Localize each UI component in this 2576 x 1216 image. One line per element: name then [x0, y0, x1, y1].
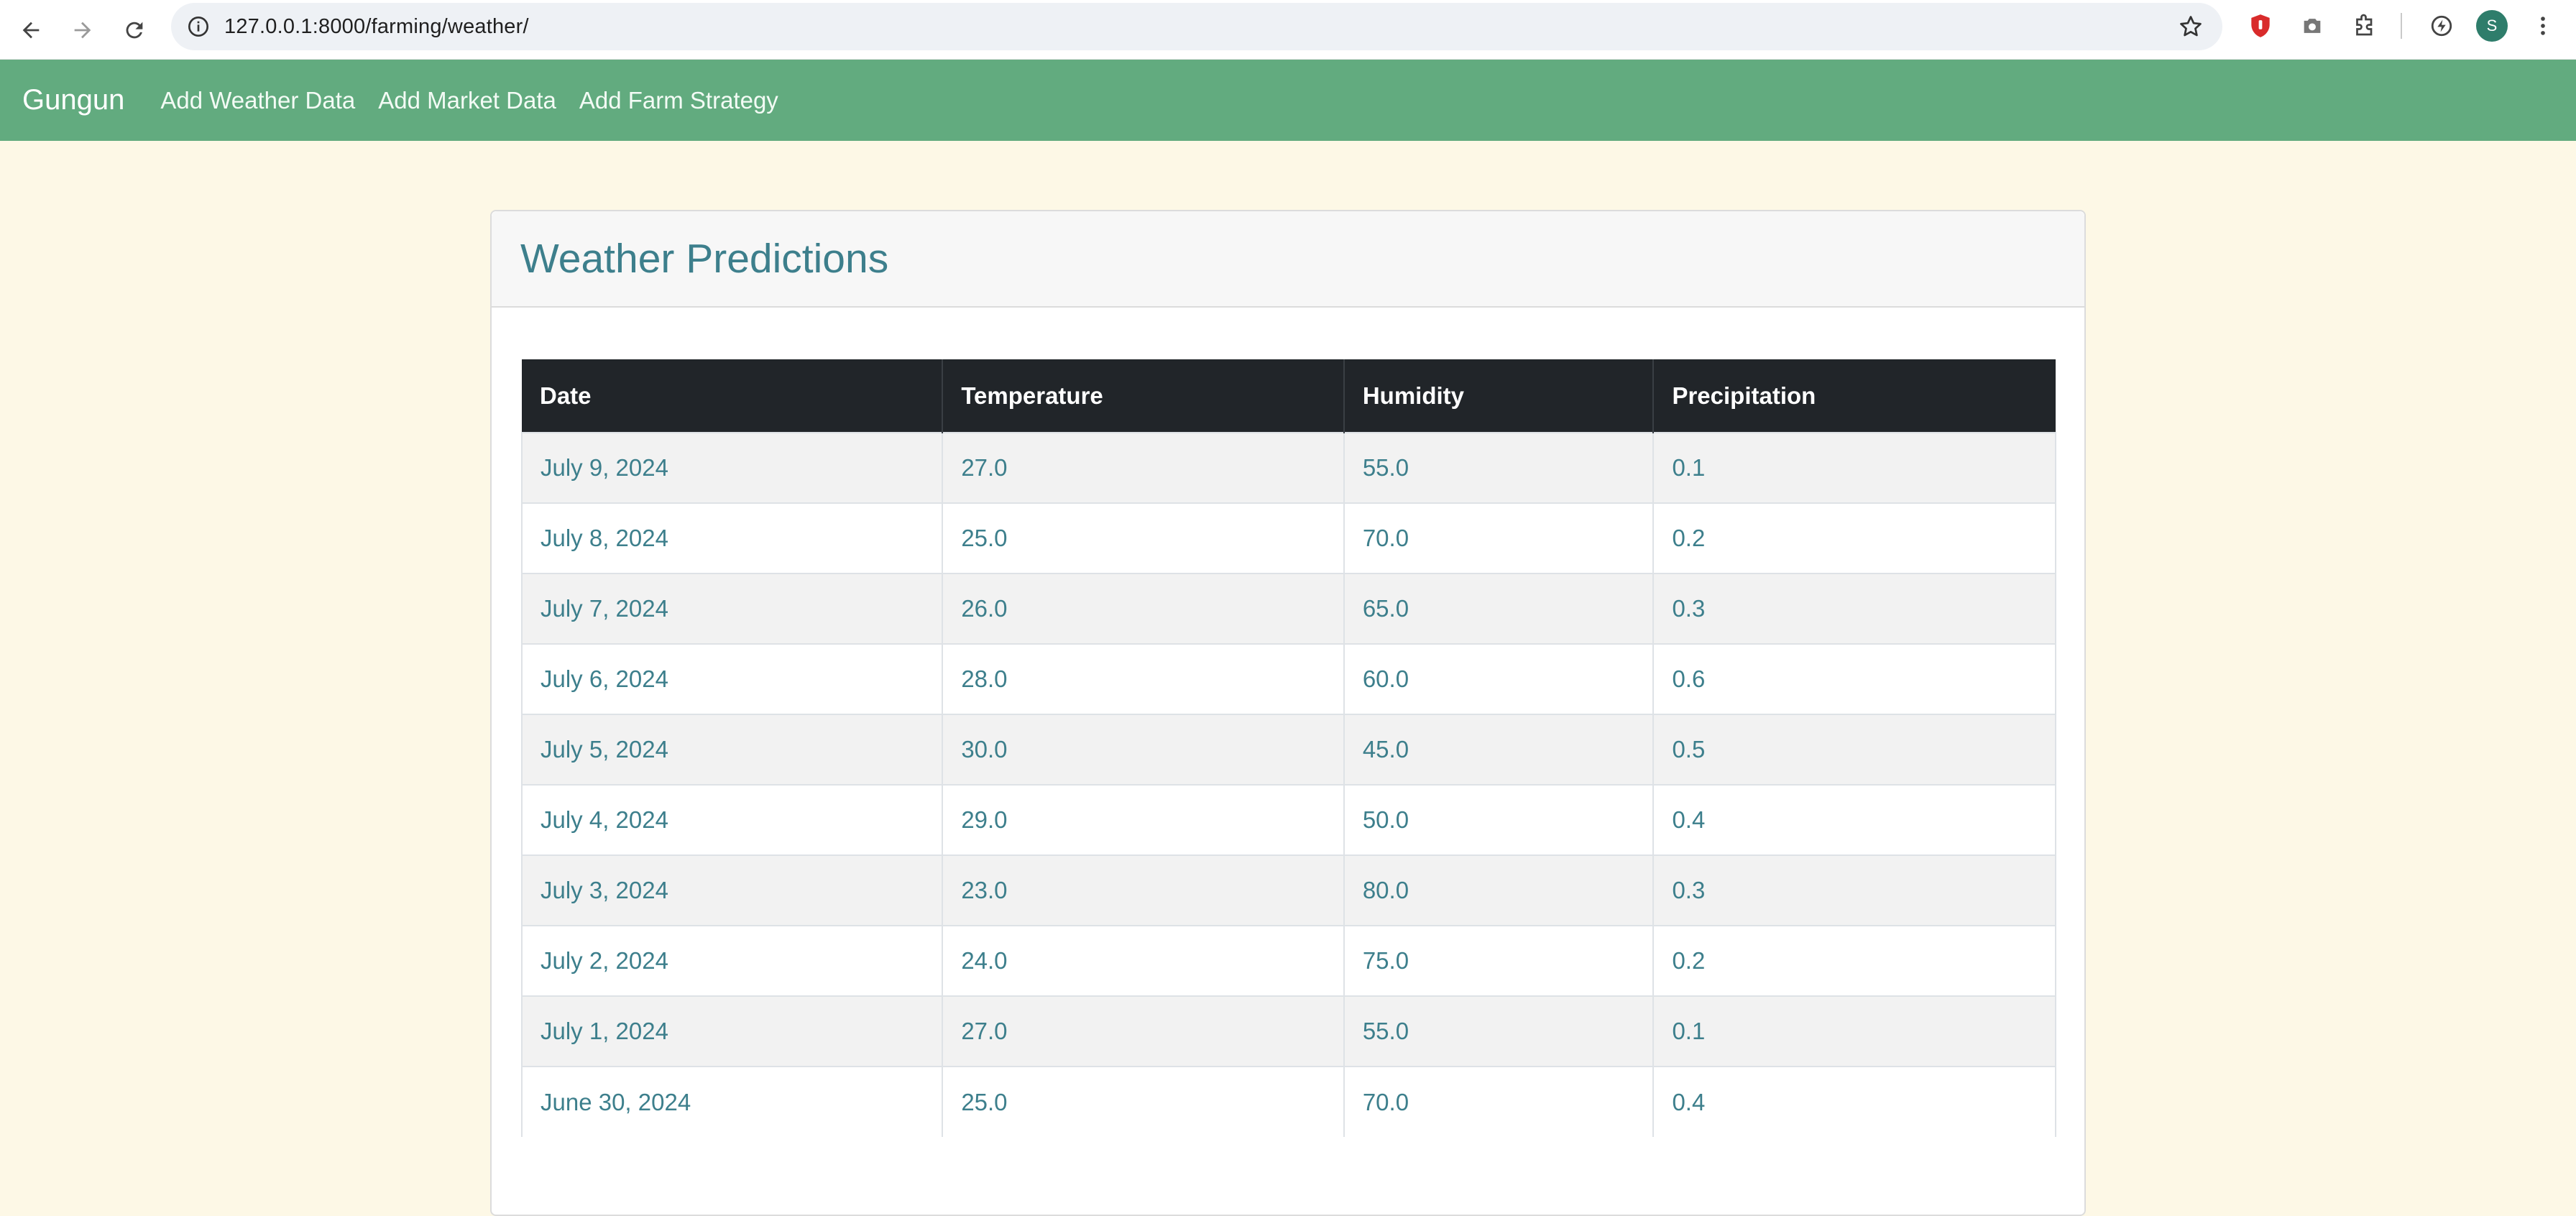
- forward-button[interactable]: [63, 10, 103, 50]
- cell-humidity: 50.0: [1343, 784, 1655, 855]
- cell-humidity: 55.0: [1343, 432, 1655, 503]
- cell-precipitation: 0.5: [1653, 714, 2056, 785]
- column-header-date: Date: [522, 359, 944, 433]
- cell-temperature: 27.0: [942, 995, 1345, 1067]
- table-row: July 4, 2024 29.0 50.0 0.4: [520, 784, 2056, 855]
- cell-temperature: 29.0: [942, 784, 1345, 855]
- column-header-temperature: Temperature: [942, 359, 1345, 433]
- nav-link-add-weather-data[interactable]: Add Weather Data: [160, 87, 355, 114]
- extension-shield-icon[interactable]: [2246, 11, 2275, 40]
- cell-humidity: 75.0: [1343, 925, 1655, 996]
- cell-precipitation: 0.1: [1653, 995, 2056, 1067]
- cell-precipitation: 0.6: [1653, 643, 2056, 714]
- reload-icon: [126, 22, 143, 39]
- bookmark-star-icon[interactable]: [2178, 14, 2204, 40]
- column-header-precipitation: Precipitation: [1653, 359, 2056, 433]
- cell-date: July 9, 2024: [520, 432, 944, 503]
- cell-humidity: 70.0: [1343, 502, 1655, 574]
- cell-temperature: 24.0: [942, 925, 1345, 996]
- table-row: July 9, 2024 27.0 55.0 0.1: [520, 432, 2056, 503]
- brand-link[interactable]: Gungun: [22, 84, 124, 116]
- cell-humidity: 70.0: [1343, 1066, 1655, 1137]
- cell-temperature: 26.0: [942, 573, 1345, 644]
- page-title: Weather Predictions: [520, 236, 889, 282]
- table-row: July 6, 2024 28.0 60.0 0.6: [520, 643, 2056, 714]
- cell-precipitation: 0.2: [1653, 502, 2056, 574]
- cell-humidity: 60.0: [1343, 643, 1655, 714]
- table-row: June 30, 2024 25.0 70.0 0.4: [520, 1066, 2056, 1137]
- cell-temperature: 25.0: [942, 1066, 1345, 1137]
- cell-date: July 8, 2024: [520, 502, 944, 574]
- table-row: July 2, 2024 24.0 75.0 0.2: [520, 925, 2056, 996]
- card-header: Weather Predictions: [492, 211, 2084, 308]
- browser-toolbar: 127.0.0.1:8000/farming/weather/ S: [0, 0, 2576, 60]
- profile-avatar[interactable]: S: [2476, 10, 2508, 42]
- app-navbar: Gungun Add Weather Data Add Market Data …: [0, 60, 2576, 141]
- table-row: July 8, 2024 25.0 70.0 0.2: [520, 502, 2056, 574]
- cell-temperature: 23.0: [942, 855, 1345, 926]
- cell-humidity: 80.0: [1343, 855, 1655, 926]
- table-row: July 5, 2024 30.0 45.0 0.5: [520, 714, 2056, 785]
- camera-icon[interactable]: [2298, 11, 2327, 40]
- url-text: 127.0.0.1:8000/farming/weather/: [224, 15, 529, 38]
- cell-precipitation: 0.1: [1653, 432, 2056, 503]
- arrow-left-icon: [22, 22, 40, 39]
- table-row: July 3, 2024 23.0 80.0 0.3: [520, 855, 2056, 926]
- cell-temperature: 28.0: [942, 643, 1345, 714]
- cell-precipitation: 0.4: [1653, 784, 2056, 855]
- cell-precipitation: 0.2: [1653, 925, 2056, 996]
- address-bar[interactable]: 127.0.0.1:8000/farming/weather/: [171, 3, 2222, 50]
- site-info-icon[interactable]: [187, 15, 210, 38]
- nav-link-add-market-data[interactable]: Add Market Data: [378, 87, 556, 114]
- cell-temperature: 30.0: [942, 714, 1345, 785]
- cell-precipitation: 0.3: [1653, 855, 2056, 926]
- cell-date: July 5, 2024: [520, 714, 944, 785]
- back-button[interactable]: [11, 10, 51, 50]
- reload-button[interactable]: [114, 10, 155, 50]
- nav-link-add-farm-strategy[interactable]: Add Farm Strategy: [579, 87, 778, 114]
- cell-date: July 4, 2024: [520, 784, 944, 855]
- cell-date: July 7, 2024: [520, 573, 944, 644]
- cell-temperature: 25.0: [942, 502, 1345, 574]
- cell-date: July 2, 2024: [520, 925, 944, 996]
- more-menu-icon[interactable]: [2529, 11, 2557, 40]
- cell-date: July 3, 2024: [520, 855, 944, 926]
- cell-humidity: 45.0: [1343, 714, 1655, 785]
- performance-icon[interactable]: [2427, 11, 2456, 40]
- cell-humidity: 65.0: [1343, 573, 1655, 644]
- cell-precipitation: 0.4: [1653, 1066, 2056, 1137]
- extensions-puzzle-icon[interactable]: [2350, 11, 2379, 40]
- cell-precipitation: 0.3: [1653, 573, 2056, 644]
- weather-table: Date Temperature Humidity Precipitation …: [520, 359, 2056, 1137]
- table-row: July 1, 2024 27.0 55.0 0.1: [520, 995, 2056, 1067]
- cell-date: June 30, 2024: [520, 1066, 944, 1137]
- arrow-right-icon: [74, 22, 91, 39]
- cell-date: July 1, 2024: [520, 995, 944, 1067]
- cell-temperature: 27.0: [942, 432, 1345, 503]
- cell-humidity: 55.0: [1343, 995, 1655, 1067]
- table-header-row: Date Temperature Humidity Precipitation: [522, 359, 2056, 433]
- weather-card: Weather Predictions Date Temperature Hum…: [490, 210, 2086, 1216]
- toolbar-divider: [2401, 13, 2402, 39]
- column-header-humidity: Humidity: [1343, 359, 1655, 433]
- table-row: July 7, 2024 26.0 65.0 0.3: [520, 573, 2056, 644]
- cell-date: July 6, 2024: [520, 643, 944, 714]
